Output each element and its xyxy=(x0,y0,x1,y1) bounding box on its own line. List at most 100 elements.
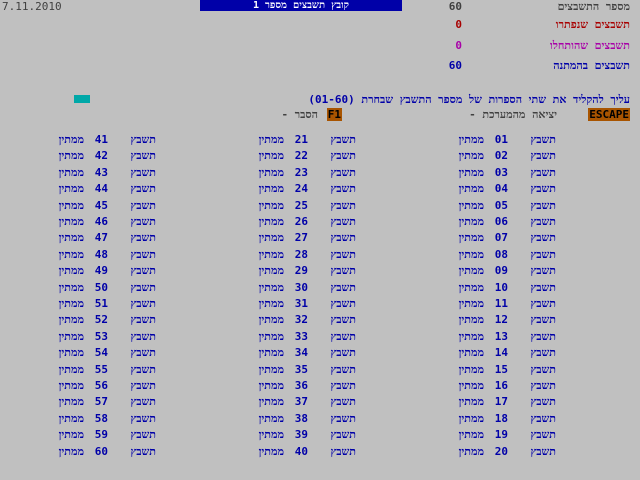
file-item[interactable]: תשבץ 02 ממתין xyxy=(396,149,556,163)
file-status: ממתין xyxy=(58,444,84,458)
file-item[interactable]: תשבץ 26 ממתין xyxy=(196,215,356,229)
file-item[interactable]: תשבץ 07 ממתין xyxy=(396,231,556,245)
file-item[interactable]: תשבץ 55 ממתין xyxy=(0,363,156,377)
file-item[interactable]: תשבץ 03 ממתין xyxy=(396,166,556,180)
file-item[interactable]: תשבץ 14 ממתין xyxy=(396,346,556,360)
file-item[interactable]: תשבץ 33 ממתין xyxy=(196,330,356,344)
file-status: ממתין xyxy=(258,428,284,442)
file-number: 13 xyxy=(494,329,508,343)
file-item[interactable]: תשבץ 34 ממתין xyxy=(196,346,356,360)
file-item[interactable]: תשבץ 49 ממתין xyxy=(0,264,156,278)
file-item[interactable]: תשבץ 30 ממתין xyxy=(196,281,356,295)
file-item[interactable]: תשבץ 45 ממתין xyxy=(0,199,156,213)
file-status: ממתין xyxy=(58,313,84,327)
file-status: ממתין xyxy=(58,280,84,294)
file-status: ממתין xyxy=(458,247,484,261)
file-item[interactable]: תשבץ 04 ממתין xyxy=(396,182,556,196)
file-item[interactable]: תשבץ 48 ממתין xyxy=(0,248,156,262)
file-item[interactable]: תשבץ 32 ממתין xyxy=(196,313,356,327)
file-item[interactable]: תשבץ 44 ממתין xyxy=(0,182,156,196)
file-number: 01 xyxy=(494,133,508,146)
file-status: ממתין xyxy=(58,297,84,310)
file-item[interactable]: תשבץ 57 ממתין xyxy=(0,395,156,409)
file-item[interactable]: תשבץ 27 ממתין xyxy=(196,231,356,245)
file-item[interactable]: תשבץ 53 ממתין xyxy=(0,330,156,344)
file-item[interactable]: תשבץ 16 ממתין xyxy=(396,379,556,393)
file-status: ממתין xyxy=(258,362,284,376)
file-item[interactable]: תשבץ 36 ממתין xyxy=(196,379,356,393)
file-item[interactable]: תשבץ 23 ממתין xyxy=(196,166,356,180)
file-item[interactable]: תשבץ 20 ממתין xyxy=(396,445,556,459)
file-item[interactable]: תשבץ 51 ממתין xyxy=(0,297,156,311)
file-item[interactable]: תשבץ 22 ממתין xyxy=(196,149,356,163)
file-status: ממתין xyxy=(458,280,484,294)
file-item[interactable]: תשבץ 09 ממתין xyxy=(396,264,556,278)
file-item[interactable]: תשבץ 54 ממתין xyxy=(0,346,156,360)
file-number: 24 xyxy=(294,182,308,196)
file-item[interactable]: תשבץ 31 ממתין xyxy=(196,297,356,311)
file-item[interactable]: תשבץ 47 ממתין xyxy=(0,231,156,245)
file-status: ממתין xyxy=(258,182,284,196)
file-item[interactable]: תשבץ 41 ממתין xyxy=(0,133,156,147)
file-item[interactable]: תשבץ 43 ממתין xyxy=(0,166,156,180)
file-item[interactable]: תשבץ 01 ממתין xyxy=(396,133,556,147)
file-item[interactable]: תשבץ 46 ממתין xyxy=(0,215,156,229)
file-item[interactable]: תשבץ 56 ממתין xyxy=(0,379,156,393)
file-status: ממתין xyxy=(258,297,284,310)
file-item[interactable]: תשבץ 17 ממתין xyxy=(396,395,556,409)
file-word: תשבץ xyxy=(530,444,556,458)
file-status: ממתין xyxy=(58,247,84,261)
file-item[interactable]: תשבץ 59 ממתין xyxy=(0,428,156,442)
file-word: תשבץ xyxy=(330,395,356,409)
file-item[interactable]: תשבץ 60 ממתין xyxy=(0,445,156,459)
file-status: ממתין xyxy=(458,198,484,212)
file-status: ממתין xyxy=(58,428,84,442)
file-number: 21 xyxy=(294,133,308,146)
file-status: ממתין xyxy=(458,297,484,310)
f1-key[interactable]: F1 xyxy=(326,108,342,121)
stat-solved-label: תשבצים שנפתרו xyxy=(555,18,630,31)
file-number: 53 xyxy=(94,329,108,343)
file-item[interactable]: תשבץ 08 ממתין xyxy=(396,248,556,262)
file-item[interactable]: תשבץ 35 ממתין xyxy=(196,363,356,377)
file-status: ממתין xyxy=(58,149,84,163)
file-number: 33 xyxy=(294,329,308,343)
file-item[interactable]: תשבץ 06 ממתין xyxy=(396,215,556,229)
file-item[interactable]: תשבץ 37 ממתין xyxy=(196,395,356,409)
file-item[interactable]: תשבץ 24 ממתין xyxy=(196,182,356,196)
file-item[interactable]: תשבץ 25 ממתין xyxy=(196,199,356,213)
file-item[interactable]: תשבץ 05 ממתין xyxy=(396,199,556,213)
file-status: ממתין xyxy=(58,182,84,196)
file-word: תשבץ xyxy=(130,149,156,163)
file-word: תשבץ xyxy=(530,133,556,146)
stat-solved: תשבצים שנפתרו 0 xyxy=(370,18,630,31)
file-item[interactable]: תשבץ 21 ממתין xyxy=(196,133,356,147)
file-item[interactable]: תשבץ 19 ממתין xyxy=(396,428,556,442)
file-item[interactable]: תשבץ 15 ממתין xyxy=(396,363,556,377)
file-item[interactable]: תשבץ 11 ממתין xyxy=(396,297,556,311)
file-item[interactable]: תשבץ 52 ממתין xyxy=(0,313,156,327)
file-item[interactable]: תשבץ 13 ממתין xyxy=(396,330,556,344)
file-word: תשבץ xyxy=(330,329,356,343)
file-status: ממתין xyxy=(258,280,284,294)
file-status: ממתין xyxy=(58,231,84,245)
file-word: תשבץ xyxy=(530,329,556,343)
file-item[interactable]: תשבץ 10 ממתין xyxy=(396,281,556,295)
input-cursor[interactable] xyxy=(74,95,90,103)
file-item[interactable]: תשבץ 29 ממתין xyxy=(196,264,356,278)
file-item[interactable]: תשבץ 12 ממתין xyxy=(396,313,556,327)
file-item[interactable]: תשבץ 40 ממתין xyxy=(196,445,356,459)
file-word: תשבץ xyxy=(330,346,356,360)
file-status: ממתין xyxy=(258,411,284,425)
file-item[interactable]: תשבץ 58 ממתין xyxy=(0,412,156,426)
file-item[interactable]: תשבץ 38 ממתין xyxy=(196,412,356,426)
file-number: 31 xyxy=(294,297,308,310)
file-item[interactable]: תשבץ 39 ממתין xyxy=(196,428,356,442)
file-item[interactable]: תשבץ 42 ממתין xyxy=(0,149,156,163)
file-item[interactable]: תשבץ 18 ממתין xyxy=(396,412,556,426)
file-item[interactable]: תשבץ 50 ממתין xyxy=(0,281,156,295)
escape-key[interactable]: ESCAPE xyxy=(588,108,630,121)
file-word: תשבץ xyxy=(530,428,556,442)
file-status: ממתין xyxy=(258,149,284,163)
file-item[interactable]: תשבץ 28 ממתין xyxy=(196,248,356,262)
